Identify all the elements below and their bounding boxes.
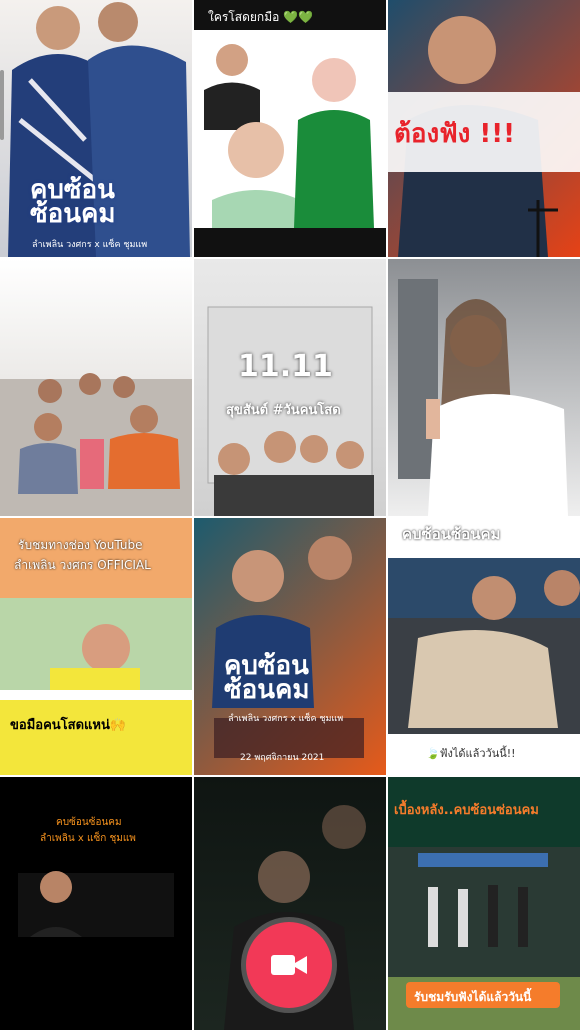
video-tile-7[interactable]: รับชมทางช่อง YouTube ลำเพลิน วงศกร OFFIC… xyxy=(0,518,192,775)
video-tile-10[interactable]: คบซ้อนซ้อนคม ลำเพลิน x แซ็ก ชุมแพ xyxy=(0,777,192,1030)
video-thumbnail xyxy=(0,373,192,516)
scrollbar[interactable] xyxy=(0,70,4,140)
video-credit: ลำเพลิน วงศกร x แซ็ค ชุมแพ xyxy=(228,714,344,724)
video-thumbnail xyxy=(194,44,386,257)
video-thumbnail xyxy=(207,306,374,516)
video-thumbnail xyxy=(398,279,568,516)
video-title: คบซ้อน ซ้อนคม xyxy=(224,651,310,705)
video-tile-3[interactable]: ต้องฟัง !!! xyxy=(388,0,580,257)
video-tile-9[interactable]: คบซ้อนซ้อนคม 🍃ฟังได้แล้ววันนี้!! xyxy=(388,518,580,775)
video-thumbnail xyxy=(388,558,580,734)
video-line-1: คบซ้อนซ้อนคม xyxy=(56,817,122,828)
video-bottom-text: 🍃ฟังได้แล้ววันนี้!! xyxy=(426,747,516,760)
video-tile-4[interactable] xyxy=(0,259,192,516)
video-line-1: รับชมทางช่อง YouTube xyxy=(18,538,143,552)
video-tile-12[interactable]: เบื้องหลัง..คบซ้อนซ่อนคม รับชมรับฟังได้แ… xyxy=(388,777,580,1030)
video-credit: ลำเพลิน วงศกร x แซ็ค ชุมแพ xyxy=(32,240,148,250)
video-headline: ต้องฟัง !!! xyxy=(394,119,515,149)
video-caption: สุขสันต์ #วันคนโสด xyxy=(226,403,341,418)
video-grid: คบซ้อน ซ้อนคม ลำเพลิน วงศกร x แซ็ค ชุมแพ… xyxy=(0,0,580,1030)
video-tile-6[interactable] xyxy=(388,259,580,516)
video-thumbnail xyxy=(212,536,364,758)
video-top-text: คบซ้อนซ้อนคม xyxy=(402,525,501,543)
video-date: 11.11 xyxy=(238,349,333,384)
video-date: 22 พฤศจิกายน 2021 xyxy=(240,753,325,763)
video-title: คบซ้อน ซ้อนคม xyxy=(30,175,116,229)
video-top-text: เบื้องหลัง..คบซ้อนซ่อนคม xyxy=(394,803,539,818)
video-tile-5[interactable]: 11.11 สุขสันต์ #วันคนโสด xyxy=(194,259,386,516)
video-tile-2[interactable]: ใครโสดยกมือ 💚💚 xyxy=(194,0,386,257)
record-video-button[interactable] xyxy=(246,922,332,1008)
video-tile-8[interactable]: คบซ้อน ซ้อนคม ลำเพลิน วงศกร x แซ็ค ชุมแพ… xyxy=(194,518,386,775)
video-line-2: ลำเพลิน x แซ็ก ชุมแพ xyxy=(40,833,136,844)
video-bottom-text: ขอมือคนโสดแหน่🙌 xyxy=(10,718,127,733)
video-camera-icon xyxy=(271,955,307,975)
video-bottom-text: รับชมรับฟังได้แล้ววันนี้ xyxy=(414,990,532,1004)
video-tile-1[interactable]: คบซ้อน ซ้อนคม ลำเพลิน วงศกร x แซ็ค ชุมแพ xyxy=(0,0,192,257)
video-line-2: ลำเพลิน วงศกร OFFICIAL xyxy=(14,558,151,572)
